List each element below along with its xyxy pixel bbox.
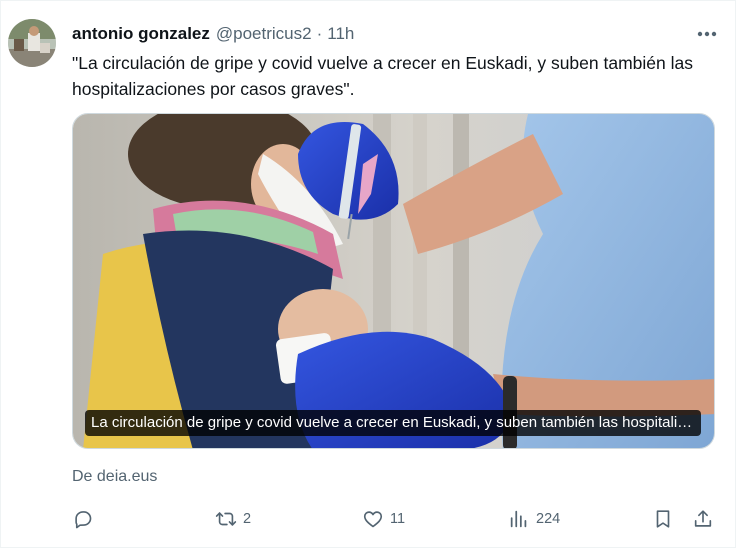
views-icon [510,510,527,528]
like-count: 11 [390,511,406,527]
bookmark-icon [656,510,670,528]
author-name[interactable]: antonio gonzalez [72,24,210,44]
timestamp[interactable]: 11h [327,24,354,44]
retweet-icon [215,512,237,526]
more-horizontal-icon [697,31,717,37]
like-button[interactable]: 11 [362,506,405,532]
views-button[interactable]: 224 [508,506,560,532]
heart-icon [363,511,383,528]
bookmark-button[interactable] [652,506,674,532]
card-image [73,114,714,448]
retweet-count: 2 [243,511,252,527]
retweet-button[interactable]: 2 [215,506,251,532]
card-source[interactable]: De deia.eus [72,468,157,486]
link-card[interactable]: La circulación de gripe y covid vuelve a… [72,113,715,449]
card-caption: La circulación de gripe y covid vuelve a… [85,410,701,436]
tweet[interactable]: antonio gonzalez @poetricus2 · 11h "La c… [0,0,736,548]
reply-button[interactable] [72,506,94,532]
avatar-image [8,19,56,67]
tweet-header: antonio gonzalez @poetricus2 · 11h [72,23,354,45]
separator: · [316,24,323,43]
avatar[interactable] [8,19,56,67]
share-icon [694,510,712,527]
share-button[interactable] [692,506,714,532]
more-button[interactable] [693,23,721,45]
author-handle[interactable]: @poetricus2 [216,24,312,44]
views-count: 224 [536,511,561,527]
reply-icon [75,511,92,529]
action-bar: 2 11 224 [72,506,717,532]
tweet-text: "La circulación de gripe y covid vuelve … [72,53,693,99]
